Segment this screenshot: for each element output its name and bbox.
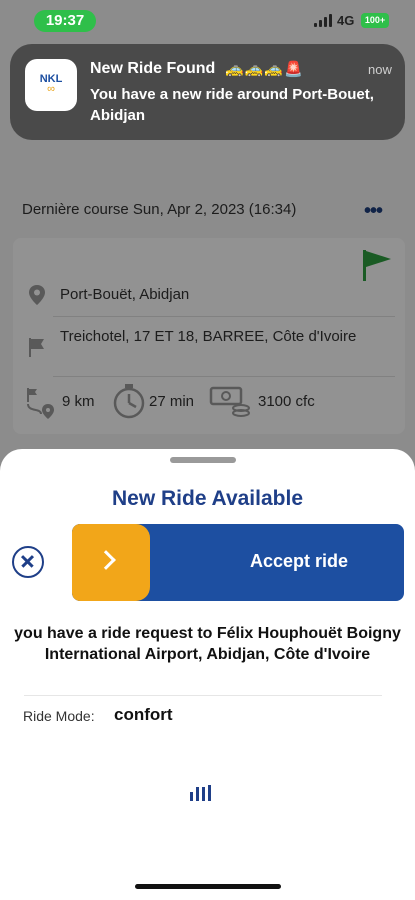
app-icon: NKL ∞ <box>25 59 77 111</box>
notification-title-emoji: 🚕🚕🚕🚨 <box>225 61 304 78</box>
ride-mode-label: Ride Mode: <box>23 708 95 724</box>
notification-time: now <box>368 62 392 77</box>
new-ride-sheet: New Ride Available Accept ride you have … <box>0 449 415 900</box>
status-bar: 19:37 4G 100+ <box>0 0 415 42</box>
status-time: 19:37 <box>34 10 96 32</box>
network-label: 4G <box>337 13 355 28</box>
ride-request-text: you have a ride request to Félix Houphou… <box>14 625 401 663</box>
push-notification[interactable]: NKL ∞ New Ride Found 🚕🚕🚕🚨 now You have a… <box>10 44 405 140</box>
home-indicator[interactable] <box>135 884 281 889</box>
ride-mode-value: confort <box>114 705 173 724</box>
divider <box>24 695 382 696</box>
sheet-handle[interactable] <box>170 457 236 463</box>
accept-ride-label: Accept ride <box>250 551 349 571</box>
accept-ride-slider[interactable]: Accept ride <box>72 524 404 601</box>
notification-body: You have a new ride around Port-Bouet, A… <box>90 86 374 124</box>
notification-title: New Ride Found <box>90 60 216 77</box>
sheet-title: New Ride Available <box>111 487 303 510</box>
audio-bars-icon <box>190 785 216 801</box>
slider-knob[interactable] <box>72 524 150 601</box>
close-icon[interactable] <box>12 546 44 578</box>
chevron-right-icon <box>96 550 116 570</box>
app-icon-symbol: ∞ <box>47 83 55 95</box>
signal-icon <box>314 14 332 27</box>
battery-icon: 100+ <box>361 13 389 28</box>
